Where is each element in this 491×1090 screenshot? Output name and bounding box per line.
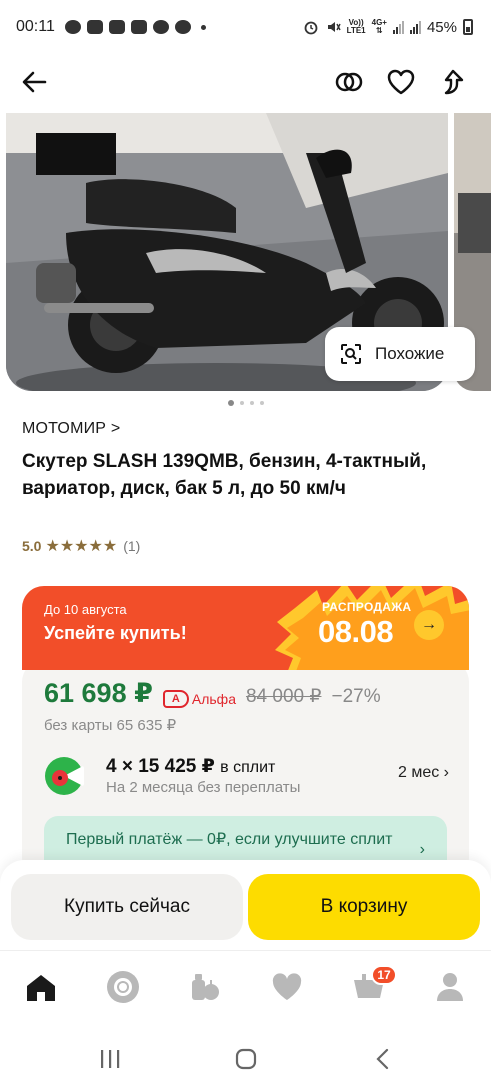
status-bar: 00:11 Vo)) LTE1 4G+ ⇅ 45% bbox=[0, 0, 491, 54]
pagination-dot bbox=[259, 401, 264, 405]
network-indicator-2: 4G+ ⇅ bbox=[372, 19, 387, 35]
promo-banner[interactable]: До 10 августа Успейте купить! РАСПРОДАЖА… bbox=[22, 586, 469, 670]
cart-count-badge: 17 bbox=[371, 965, 397, 985]
recent-apps-button[interactable] bbox=[95, 1044, 125, 1074]
rss-notification-icon bbox=[86, 20, 103, 34]
tab-home[interactable] bbox=[17, 967, 65, 1007]
market-notification-icon-2 bbox=[174, 20, 191, 34]
discount-percent: −27% bbox=[331, 686, 381, 707]
pagination-dot bbox=[249, 401, 254, 405]
tab-favorites[interactable] bbox=[263, 967, 311, 1007]
tab-catalog[interactable] bbox=[181, 967, 229, 1007]
alfa-tag-icon: А bbox=[162, 690, 189, 708]
back-button[interactable] bbox=[14, 62, 54, 102]
compare-button[interactable] bbox=[329, 62, 369, 102]
seller-name: МОТОМИР bbox=[22, 420, 107, 437]
purchase-actions: Купить сейчас В корзину bbox=[0, 860, 491, 950]
network-indicator: Vo)) LTE1 bbox=[347, 19, 366, 35]
split-term-selector[interactable]: 2 мес › bbox=[398, 764, 449, 782]
split-logo-icon bbox=[45, 757, 84, 795]
rating-stars-icon: ★★★★★ bbox=[45, 538, 118, 555]
promo-call-to-action: Успейте купить! bbox=[44, 623, 187, 643]
chevron-right-icon: > bbox=[110, 420, 121, 437]
alfa-label: Альфа bbox=[191, 691, 236, 707]
product-gallery[interactable]: Похожие bbox=[6, 113, 491, 391]
split-amount-value: 4 × 15 425 ₽ bbox=[106, 756, 215, 777]
pagination-dot bbox=[239, 401, 244, 405]
first-payment-text: Первый платёж — 0₽, если улучшите сплит bbox=[66, 831, 393, 848]
visual-search-icon bbox=[341, 344, 361, 364]
profile-icon bbox=[437, 973, 463, 1001]
market-notification-icon bbox=[152, 20, 169, 34]
chevron-right-icon: › bbox=[419, 841, 425, 858]
chat-notification-icon bbox=[64, 20, 81, 34]
status-left: 00:11 bbox=[16, 18, 206, 36]
current-price: 61 698 ₽ bbox=[44, 678, 153, 708]
product-title: Скутер SLASH 139QMB, бензин, 4-тактный, … bbox=[22, 451, 427, 499]
network-lte-label: LTE1 bbox=[346, 26, 366, 35]
more-notifications-icon bbox=[200, 24, 206, 30]
alarm-icon bbox=[304, 21, 318, 35]
app-notification-icon bbox=[108, 20, 125, 34]
battery-percent: 45% bbox=[426, 18, 457, 36]
alice-icon bbox=[107, 971, 139, 1003]
sale-date: 08.08 bbox=[318, 614, 394, 649]
tab-cart[interactable]: 17 bbox=[345, 965, 397, 1007]
seller-link[interactable]: МОТОМИР > bbox=[22, 420, 120, 438]
favorite-button[interactable] bbox=[381, 62, 421, 102]
similar-products-button[interactable]: Похожие bbox=[325, 327, 475, 381]
price-without-card: без карты 65 635 ₽ bbox=[44, 717, 177, 734]
home-icon bbox=[27, 975, 55, 1001]
signal-icon bbox=[392, 20, 404, 34]
arrow-left-icon bbox=[22, 71, 47, 93]
review-count: (1) bbox=[123, 538, 141, 554]
split-amount-suffix: в сплит bbox=[220, 759, 276, 776]
split-amount: 4 × 15 425 ₽ в сплит bbox=[106, 755, 275, 778]
alfa-bank-badge[interactable]: А Альфа bbox=[162, 690, 236, 708]
buy-now-button[interactable]: Купить сейчас bbox=[11, 874, 243, 940]
signal-icon-2 bbox=[409, 20, 421, 34]
top-bar bbox=[0, 54, 491, 110]
recent-apps-icon bbox=[101, 1050, 120, 1068]
split-subtitle: На 2 месяца без переплаты bbox=[106, 779, 301, 796]
heart-icon bbox=[272, 973, 302, 1000]
add-to-cart-button[interactable]: В корзину bbox=[248, 874, 480, 940]
tab-profile[interactable] bbox=[426, 967, 474, 1007]
system-navigation-bar bbox=[0, 1022, 491, 1090]
back-system-button[interactable] bbox=[368, 1044, 398, 1074]
home-circle-icon bbox=[235, 1048, 257, 1070]
tab-alice[interactable] bbox=[99, 967, 147, 1007]
sale-label: РАСПРОДАЖА bbox=[322, 600, 412, 614]
promo-deadline: До 10 августа bbox=[44, 602, 127, 617]
price-row: 61 698 ₽ А Альфа 84 000 ₽ −27% bbox=[44, 678, 381, 709]
home-button[interactable] bbox=[231, 1044, 261, 1074]
battery-icon bbox=[463, 19, 473, 35]
catalog-icon bbox=[192, 974, 219, 1000]
bottom-tab-bar: 17 bbox=[0, 950, 491, 1022]
compare-icon bbox=[335, 72, 363, 92]
split-payment-row[interactable]: 4 × 15 425 ₽ в сплит На 2 месяца без пер… bbox=[44, 752, 449, 802]
share-button[interactable] bbox=[433, 62, 473, 102]
price-card: 61 698 ₽ А Альфа 84 000 ₽ −27% без карты… bbox=[22, 660, 469, 880]
gallery-pagination bbox=[0, 400, 491, 406]
similar-products-label: Похожие bbox=[375, 344, 445, 363]
chevron-left-icon bbox=[376, 1048, 389, 1070]
old-price: 84 000 ₽ bbox=[245, 686, 322, 707]
mute-icon bbox=[327, 22, 341, 32]
arrow-right-icon[interactable]: → bbox=[414, 610, 444, 640]
status-time: 00:11 bbox=[16, 18, 55, 35]
youtube-notification-icon bbox=[130, 20, 147, 34]
heart-icon bbox=[387, 69, 415, 95]
product-rating[interactable]: 5.0 ★★★★★ (1) bbox=[22, 536, 140, 556]
pagination-dot bbox=[227, 400, 234, 406]
status-right: Vo)) LTE1 4G+ ⇅ 45% bbox=[303, 19, 473, 36]
share-icon bbox=[444, 69, 464, 95]
network-arrows-icon: ⇅ bbox=[375, 26, 383, 35]
rating-value: 5.0 bbox=[22, 538, 42, 554]
